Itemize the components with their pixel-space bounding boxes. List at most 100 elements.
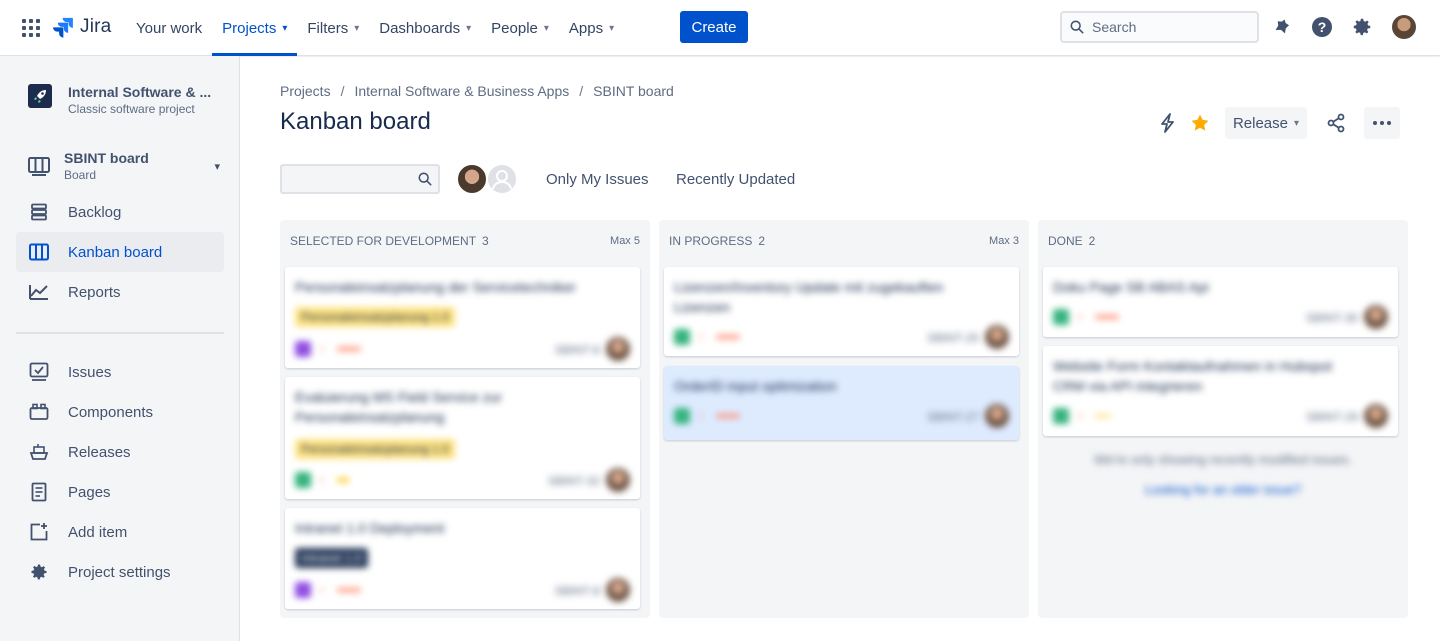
estimate-bar [337, 588, 361, 592]
sidebar-item-releases[interactable]: Releases [16, 432, 224, 472]
pages-icon [28, 481, 50, 503]
help-icon[interactable]: ? [1310, 15, 1334, 39]
priority-icon: ↑ [319, 583, 325, 597]
issue-type-icon [295, 341, 311, 357]
priority-icon: ↑ [1077, 409, 1083, 423]
sidebar-item-label: Kanban board [68, 243, 163, 261]
assignee-avatar-filter[interactable] [456, 163, 488, 195]
sidebar-item-backlog[interactable]: Backlog [16, 192, 224, 232]
issue-card[interactable]: Evaluierung MS Field Service zur Persona… [285, 377, 640, 499]
jira-logo[interactable]: Jira [52, 15, 111, 39]
issue-card[interactable]: Intranet 1.0 Deployment Intranet 1.0 ↑ S… [285, 508, 640, 609]
more-actions-button[interactable] [1364, 107, 1400, 139]
release-button[interactable]: Release ▾ [1225, 107, 1307, 139]
sidebar-item-reports[interactable]: Reports [16, 272, 224, 312]
nav-apps[interactable]: Apps ▾ [559, 0, 624, 56]
sidebar-item-components[interactable]: Components [16, 392, 224, 432]
estimate-bar [337, 347, 361, 351]
sidebar-item-add-item[interactable]: Add item [16, 512, 224, 552]
assignee-avatar[interactable] [985, 325, 1009, 349]
older-issue-link[interactable]: Looking for an older issue? [1038, 482, 1408, 497]
column-title: DONE [1048, 234, 1083, 248]
card-footer: ↑ [674, 408, 740, 424]
issue-card-selected[interactable]: OrderID input optimization ↑ SBINT-27 [664, 366, 1019, 440]
nav-projects[interactable]: Projects ▾ [212, 0, 298, 56]
gear-icon [28, 561, 50, 583]
card-summary: Website Form Kontaktaufnahmen in Hubspot… [1053, 358, 1333, 394]
board-icon [28, 241, 50, 263]
app-switcher-icon[interactable] [22, 19, 40, 37]
column-count: 2 [1088, 234, 1096, 248]
breadcrumb-board[interactable]: SBINT board [593, 83, 674, 99]
recently-updated-filter[interactable]: Recently Updated [676, 171, 795, 188]
project-rocket-icon [28, 84, 52, 108]
nav-filters[interactable]: Filters ▾ [297, 0, 369, 56]
board-selector[interactable]: SBINT board Board ▾ [28, 150, 220, 182]
card-summary: Lizenzen/Inventory Update mit zugekaufte… [674, 279, 944, 315]
sidebar-item-pages[interactable]: Pages [16, 472, 224, 512]
svg-text:?: ? [1318, 19, 1327, 35]
nav-label: Filters [307, 19, 349, 37]
card-summary: Doku Page SB ABAS Api [1053, 279, 1209, 295]
estimate-bar [1095, 315, 1119, 319]
breadcrumb-projects[interactable]: Projects [280, 83, 331, 99]
add-item-icon [28, 521, 50, 543]
notifications-icon[interactable] [1270, 15, 1294, 39]
nav-your-work[interactable]: Your work [126, 0, 212, 56]
nav-dashboards[interactable]: Dashboards ▾ [369, 0, 481, 56]
automation-lightning-icon[interactable] [1156, 111, 1180, 135]
estimate-bar [337, 478, 349, 482]
only-my-issues-filter[interactable]: Only My Issues [546, 171, 649, 188]
issue-card[interactable]: Doku Page SB ABAS Api ↑ SBINT-30 [1043, 267, 1398, 337]
priority-icon: ↑ [698, 330, 704, 344]
issue-card[interactable]: Website Form Kontaktaufnahmen in Hubspot… [1043, 346, 1398, 436]
priority-icon: ↑ [698, 409, 704, 423]
breadcrumb-project[interactable]: Internal Software & Business Apps [354, 83, 569, 99]
issue-card[interactable]: Personaleinsatzplanung der Servicetechni… [285, 267, 640, 368]
priority-icon: ↑ [319, 473, 325, 487]
assignee-avatar[interactable] [1364, 404, 1388, 428]
issue-key: SBINT-8 [554, 584, 600, 598]
user-avatar[interactable] [1392, 15, 1416, 39]
create-button[interactable]: Create [680, 11, 748, 43]
issue-type-icon [674, 329, 690, 345]
sidebar-item-issues[interactable]: Issues [16, 352, 224, 392]
assignee-avatar[interactable] [1364, 305, 1388, 329]
settings-gear-icon[interactable] [1350, 15, 1374, 39]
sidebar-item-project-settings[interactable]: Project settings [16, 552, 224, 592]
chevron-down-icon: ▾ [466, 22, 472, 34]
epic-label: Personaleinsatzplanung 1.0 [295, 439, 456, 459]
sidebar-item-label: Releases [68, 443, 131, 461]
sidebar-item-kanban-board[interactable]: Kanban board [16, 232, 224, 272]
chevron-down-icon: ▾ [354, 22, 360, 34]
sidebar-divider [16, 332, 224, 334]
assignee-avatar[interactable] [606, 468, 630, 492]
issue-key: SBINT-32 [547, 474, 600, 488]
assignee-avatar[interactable] [985, 404, 1009, 428]
sidebar-item-label: Add item [68, 523, 128, 541]
card-footer: ↑ [674, 329, 740, 345]
issue-card[interactable]: Lizenzen/Inventory Update mit zugekaufte… [664, 267, 1019, 356]
search-input[interactable] [1092, 19, 1242, 35]
top-navigation: Jira Your work Projects ▾ Filters ▾ Dashbo… [0, 0, 1440, 56]
assignee-avatar[interactable] [606, 578, 630, 602]
releases-icon [28, 441, 50, 463]
project-type: Classic software project [68, 102, 195, 116]
column-max: Max 5 [610, 235, 640, 247]
column-done: DONE 2 Doku Page SB ABAS Api ↑ SBINT-30 … [1038, 220, 1408, 618]
project-header[interactable]: Internal Software & ... Classic software… [28, 84, 218, 116]
board-icon [28, 155, 50, 177]
nav-people[interactable]: People ▾ [481, 0, 559, 56]
priority-icon: ↑ [1077, 310, 1083, 324]
card-footer: ↑ [295, 472, 349, 488]
assignee-avatar[interactable] [606, 337, 630, 361]
unassigned-avatar-filter[interactable] [486, 163, 518, 195]
search-box[interactable] [1060, 11, 1259, 43]
nav-label: Projects [222, 19, 277, 37]
share-icon[interactable] [1324, 111, 1348, 135]
star-icon[interactable] [1188, 111, 1212, 135]
board-search-input[interactable] [280, 164, 440, 194]
issue-type-icon [1053, 408, 1069, 424]
nav-label: People [491, 19, 538, 37]
sidebar-item-label: Backlog [68, 203, 122, 221]
